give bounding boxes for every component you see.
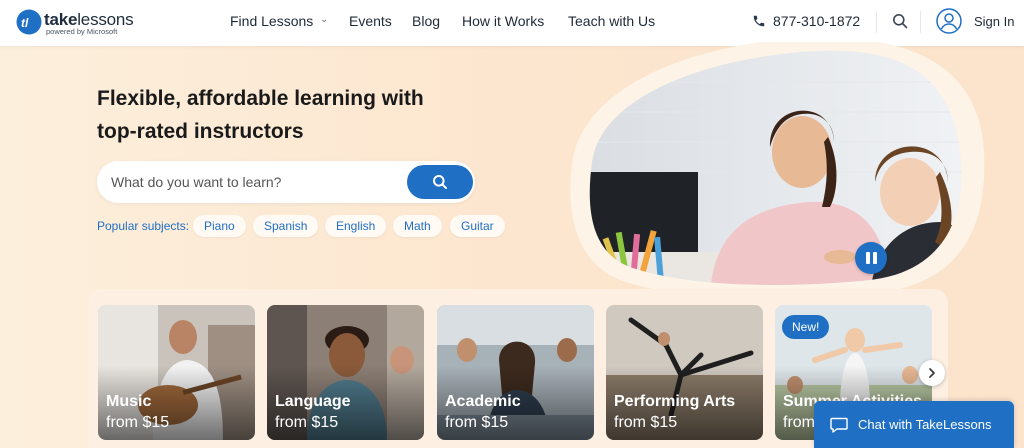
nav-blog[interactable]: Blog xyxy=(412,13,440,29)
subject-chip-guitar[interactable]: Guitar xyxy=(450,215,505,237)
search-icon[interactable] xyxy=(892,13,908,29)
header-divider xyxy=(920,11,921,33)
sign-in-link[interactable]: Sign In xyxy=(974,14,1014,29)
card-title: Academic xyxy=(445,393,521,410)
card-title: Performing Arts xyxy=(614,393,736,410)
phone-link[interactable]: 877-310-1872 xyxy=(752,12,860,30)
subject-chip-spanish[interactable]: Spanish xyxy=(253,215,319,237)
subject-search xyxy=(97,161,475,203)
card-price: from $15 xyxy=(106,414,170,431)
category-card-performing-arts[interactable]: Performing Arts from $15 xyxy=(606,305,763,440)
subject-chip-english[interactable]: English xyxy=(325,215,387,237)
chat-label: Chat with TakeLessons xyxy=(858,417,992,432)
category-card-academic[interactable]: Academic from $15 xyxy=(437,305,594,440)
card-price: from $15 xyxy=(275,414,339,431)
pause-icon xyxy=(872,252,877,264)
hero-title: Flexible, affordable learning with top-r… xyxy=(97,87,424,143)
search-input[interactable] xyxy=(111,171,391,193)
card-price: from $15 xyxy=(445,414,509,431)
category-card-music[interactable]: Music from $15 xyxy=(98,305,255,440)
nav-how-it-works[interactable]: How it Works xyxy=(462,13,544,29)
hero-image xyxy=(570,42,985,299)
search-button[interactable] xyxy=(407,165,473,199)
chevron-right-icon xyxy=(929,368,935,378)
nav-teach-with-us[interactable]: Teach with Us xyxy=(568,13,655,29)
category-card-language[interactable]: Language from $15 xyxy=(267,305,424,440)
popular-subjects-label: Popular subjects: xyxy=(97,219,190,233)
svg-text:tl: tl xyxy=(21,16,29,30)
brand-tagline: powered by Microsoft xyxy=(46,27,118,36)
phone-icon xyxy=(753,15,765,27)
search-icon xyxy=(433,175,447,189)
pause-icon xyxy=(865,252,870,264)
nav-find-lessons[interactable]: Find Lessons xyxy=(230,13,313,29)
takelessons-logo-icon: tl xyxy=(16,9,42,35)
user-account-icon[interactable] xyxy=(936,8,962,34)
site-header: tl takelessons powered by Microsoft Find… xyxy=(0,0,1024,46)
chat-button[interactable]: Chat with TakeLessons xyxy=(814,401,1014,448)
pause-button[interactable] xyxy=(855,242,887,274)
subject-chip-piano[interactable]: Piano xyxy=(193,215,246,237)
nav-events[interactable]: Events xyxy=(349,13,392,29)
new-badge: New! xyxy=(782,315,830,339)
chevron-down-icon[interactable]: ⌄ xyxy=(320,14,328,25)
card-price: from $15 xyxy=(614,414,678,431)
card-title: Music xyxy=(106,393,152,410)
header-divider xyxy=(876,11,877,33)
chat-bubble-icon xyxy=(830,417,848,433)
subject-chip-math[interactable]: Math xyxy=(393,215,442,237)
takelessons-logo[interactable]: tl takelessons powered by Microsoft xyxy=(16,8,146,38)
phone-number: 877-310-1872 xyxy=(773,13,861,29)
card-title: Language xyxy=(275,393,351,410)
carousel-next-button[interactable] xyxy=(919,360,945,386)
